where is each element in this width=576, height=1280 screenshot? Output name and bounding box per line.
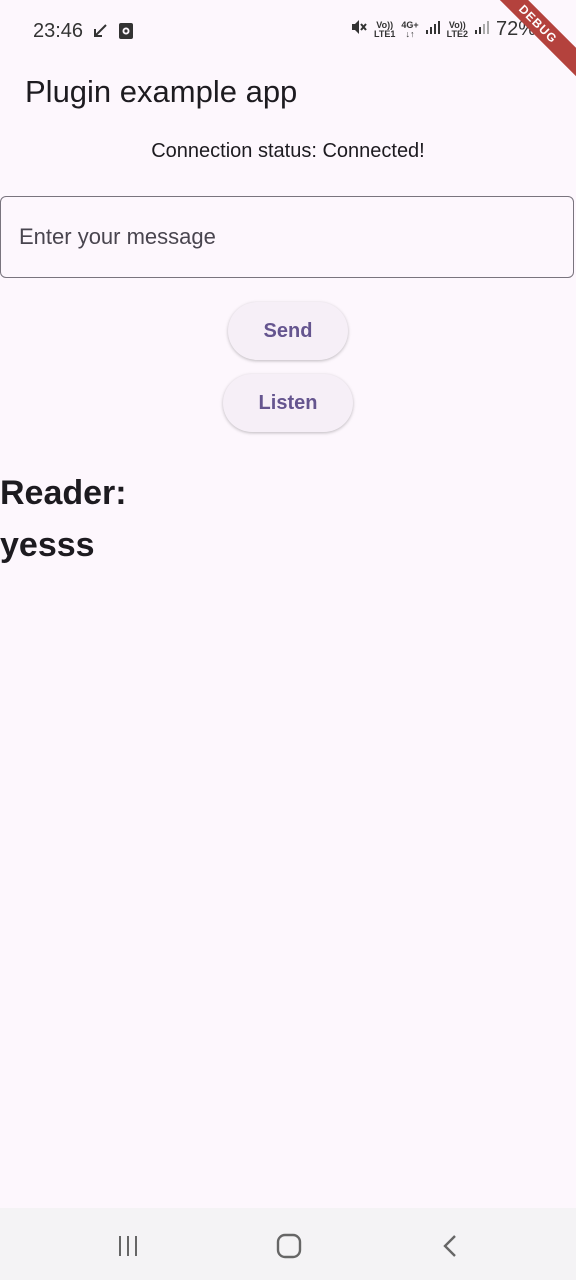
- data-arrows-icon: ↓↑: [405, 28, 415, 39]
- signal-icon: [425, 19, 441, 40]
- message-input[interactable]: [0, 196, 574, 278]
- reader-value: yesss: [0, 526, 95, 564]
- reader-label: Reader:: [0, 474, 127, 512]
- missed-call-icon: [92, 23, 108, 44]
- listen-button[interactable]: Listen: [223, 374, 353, 432]
- home-icon[interactable]: [269, 1226, 309, 1266]
- mute-icon: [350, 18, 368, 41]
- network-type-indicator: 4G+ ↓↑: [401, 19, 419, 39]
- status-right-icons: Vo)) LTE1 4G+ ↓↑ Vo)) LTE2 72%: [350, 18, 536, 41]
- recent-apps-icon[interactable]: [108, 1226, 148, 1266]
- status-bar: 23:46 Vo)) LTE1 4G+ ↓↑ Vo)) LTE2 72%: [0, 0, 576, 64]
- status-time: 23:46: [33, 20, 84, 42]
- signal-icon: [474, 19, 490, 40]
- screen-recorder-icon: [118, 22, 134, 45]
- app-title: Plugin example app: [25, 74, 298, 109]
- status-notification-icons: [92, 22, 134, 45]
- send-button[interactable]: Send: [228, 302, 348, 360]
- sim2-indicator: Vo)) LTE2: [446, 19, 468, 39]
- connection-status: Connection status: Connected!: [151, 140, 425, 162]
- system-nav-bar: [0, 1208, 576, 1280]
- sim1-indicator: Vo)) LTE1: [374, 19, 396, 39]
- back-icon[interactable]: [431, 1226, 471, 1266]
